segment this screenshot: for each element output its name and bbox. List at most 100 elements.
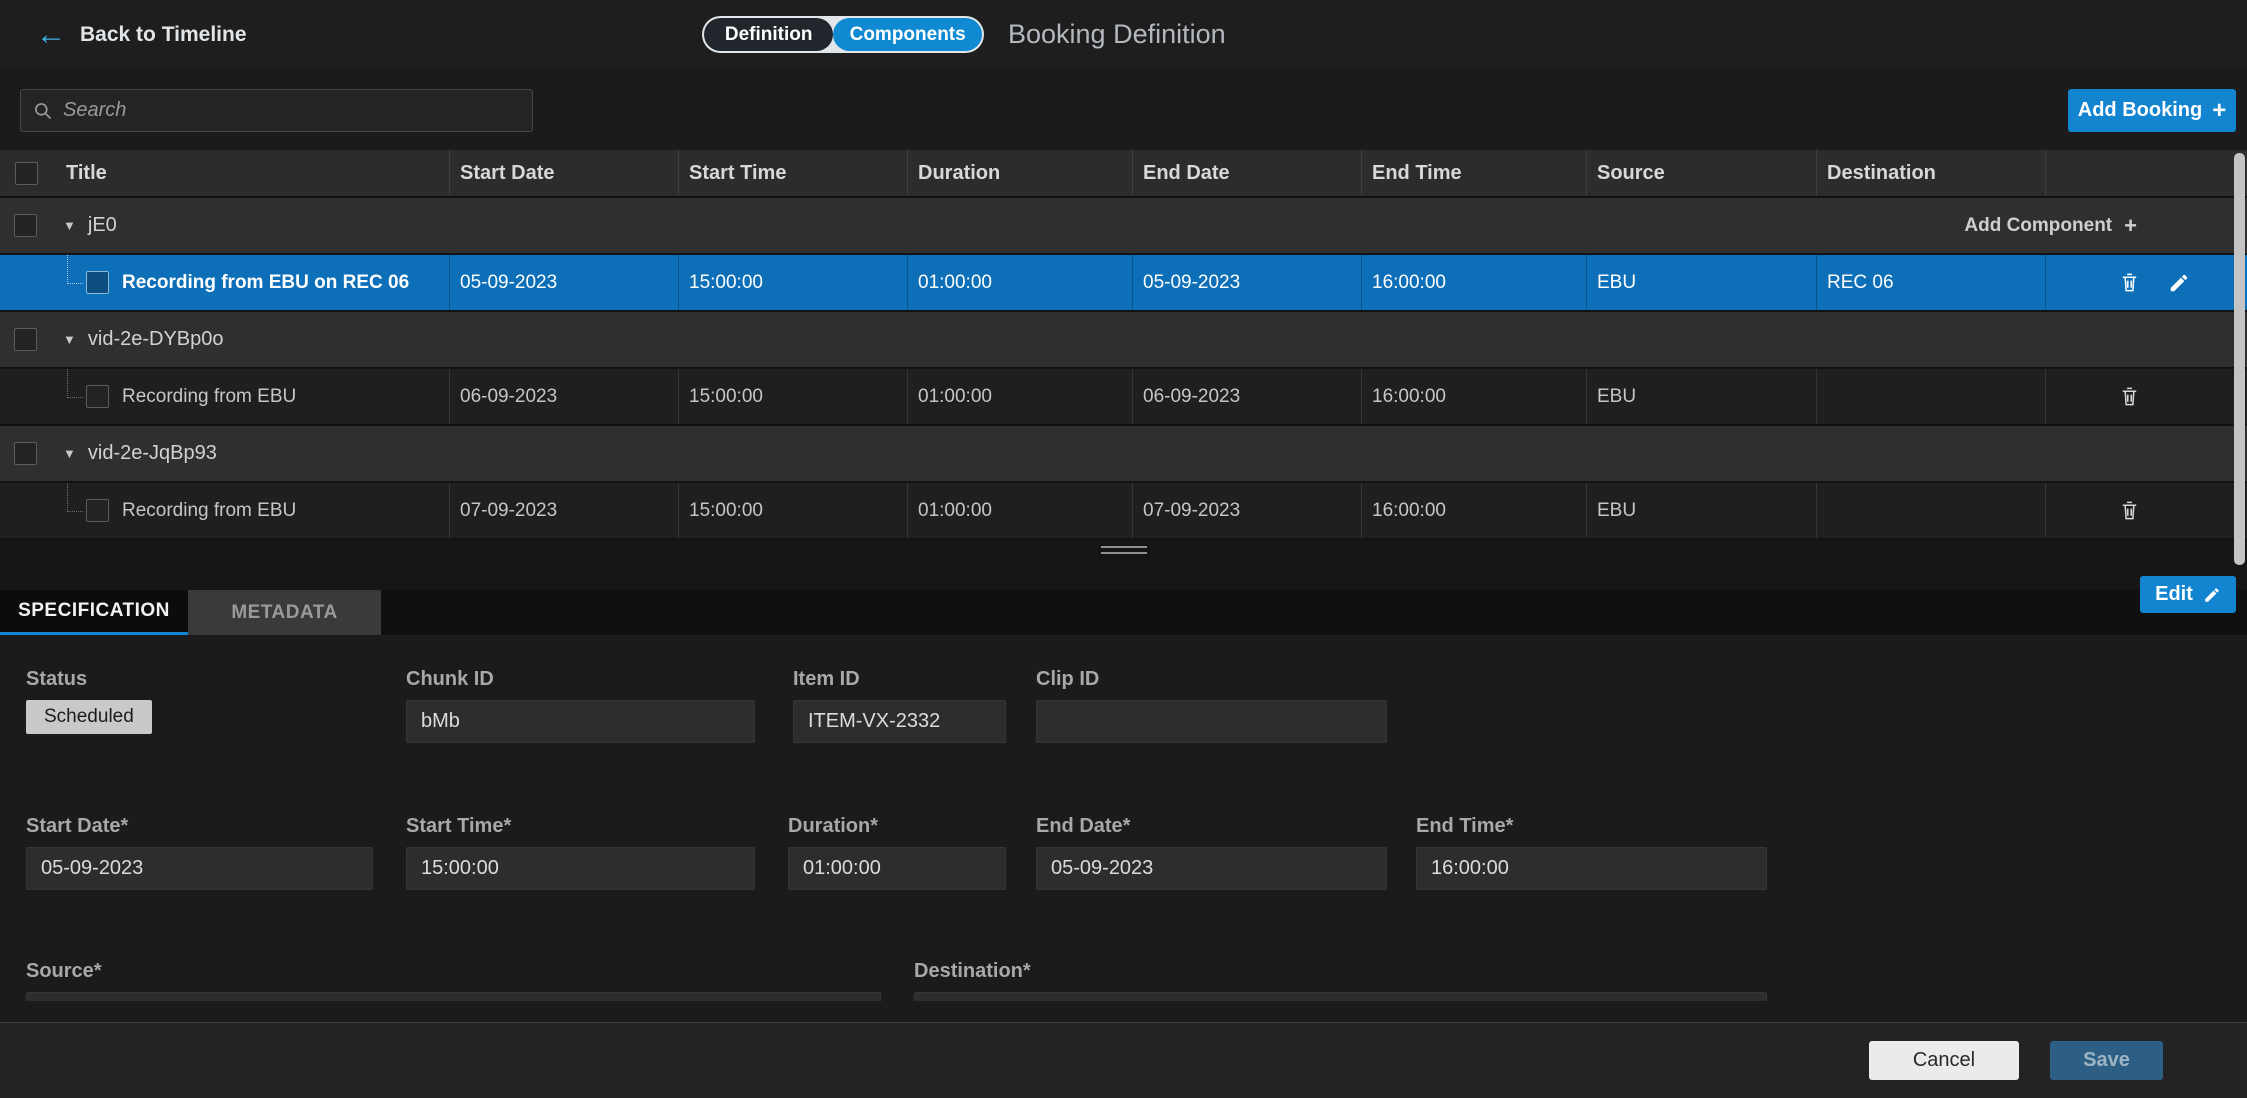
search-input[interactable] [63,99,520,122]
component-row-selected[interactable]: Recording from EBU on REC 06 05-09-2023 … [0,253,2247,310]
end-time-input[interactable] [1416,847,1767,890]
tab-specification[interactable]: SPECIFICATION [0,590,188,635]
cell-start-date: 07-09-2023 [449,483,678,538]
cell-end-date: 06-09-2023 [1132,369,1361,424]
header-destination[interactable]: Destination [1816,150,2045,196]
add-component-button[interactable]: Add Component + [1964,215,2137,237]
vertical-scrollbar[interactable] [2234,153,2245,565]
header-start-time[interactable]: Start Time [678,150,907,196]
source-label: Source* [26,960,881,983]
component-row[interactable]: Recording from EBU 06-09-2023 15:00:00 0… [0,367,2247,424]
header-end-time[interactable]: End Time [1361,150,1586,196]
row-title: Recording from EBU on REC 06 [122,272,409,294]
tree-connector [67,255,83,284]
pencil-icon [2168,272,2190,294]
header-actions [2045,150,2247,196]
row-indent [0,483,52,538]
tree-connector [67,369,83,398]
group-row-vid-2e-JqBp93[interactable]: ▼ vid-2e-JqBp93 [0,424,2247,481]
caret-down-icon[interactable]: ▼ [63,218,76,233]
header-duration[interactable]: Duration [907,150,1132,196]
header-start-date[interactable]: Start Date [449,150,678,196]
cell-start-date: 06-09-2023 [449,369,678,424]
header-source[interactable]: Source [1586,150,1816,196]
cell-source: EBU [1586,483,1816,538]
end-time-field: End Time* [1416,815,1767,890]
cell-destination [1816,369,2045,424]
chunk-id-field: Chunk ID [406,668,755,743]
delete-button[interactable] [2117,499,2141,523]
cell-destination [1816,483,2045,538]
specification-panel: Status Scheduled Chunk ID Item ID Clip I… [0,635,2247,1022]
source-input[interactable] [26,992,881,1001]
cell-end-date: 07-09-2023 [1132,483,1361,538]
chunk-id-input[interactable] [406,700,755,743]
item-id-field: Item ID [793,668,1006,743]
start-time-input[interactable] [406,847,755,890]
select-all-checkbox[interactable] [15,162,38,185]
row-checkbox[interactable] [86,499,109,522]
destination-input[interactable] [914,992,1767,1001]
caret-down-icon[interactable]: ▼ [63,332,76,347]
resize-handle[interactable] [1101,546,1147,558]
end-date-input[interactable] [1036,847,1387,890]
caret-down-icon[interactable]: ▼ [63,446,76,461]
component-row[interactable]: Recording from EBU 07-09-2023 15:00:00 0… [0,481,2247,538]
group-row-vid-2e-DYBp0o[interactable]: ▼ vid-2e-DYBp0o [0,310,2247,367]
header-title[interactable]: Title [52,150,449,196]
add-booking-button[interactable]: Add Booking + [2068,89,2236,132]
start-time-label: Start Time* [406,815,755,838]
cancel-button[interactable]: Cancel [1869,1041,2019,1080]
trash-icon [2118,385,2141,408]
tab-metadata[interactable]: METADATA [188,590,381,635]
delete-button[interactable] [2117,271,2141,295]
edit-row-button[interactable] [2167,271,2191,295]
resize-line [1101,546,1147,548]
plus-icon: + [2124,215,2137,237]
trash-icon [2118,271,2141,294]
add-component-label: Add Component [1964,215,2112,237]
add-booking-label: Add Booking [2078,99,2202,122]
start-date-input[interactable] [26,847,373,890]
search-box[interactable] [20,89,533,132]
cell-start-date: 05-09-2023 [449,255,678,310]
group-checkbox[interactable] [14,328,37,351]
item-id-input[interactable] [793,700,1006,743]
cell-start-time: 15:00:00 [678,369,907,424]
status-badge: Scheduled [26,700,152,734]
source-field: Source* [26,960,881,1001]
cell-duration: 01:00:00 [907,483,1132,538]
edit-button[interactable]: Edit [2140,576,2236,613]
definition-components-toggle: Definition Components [702,16,984,53]
row-title: Recording from EBU [122,500,296,522]
row-checkbox[interactable] [86,385,109,408]
plus-icon: + [2212,99,2226,123]
table-header: Title Start Date Start Time Duration End… [0,150,2247,196]
header-end-date[interactable]: End Date [1132,150,1361,196]
end-time-label: End Time* [1416,815,1767,838]
bookings-table: Title Start Date Start Time Duration End… [0,150,2247,538]
duration-input[interactable] [788,847,1006,890]
group-checkbox[interactable] [14,214,37,237]
edit-label: Edit [2155,583,2193,606]
status-label: Status [26,668,152,691]
icon-spacer [2167,385,2191,409]
back-to-timeline-button[interactable]: ← Back to Timeline [36,0,247,69]
details-tab-bar: SPECIFICATION METADATA [0,590,2247,635]
row-checkbox[interactable] [86,271,109,294]
status-field: Status Scheduled [26,668,152,734]
clip-id-input[interactable] [1036,700,1387,743]
cell-destination: REC 06 [1816,255,2045,310]
group-row-jE0[interactable]: ▼ jE0 Add Component + [0,196,2247,253]
row-indent [0,255,52,310]
back-arrow-icon: ← [36,20,66,50]
chunk-id-label: Chunk ID [406,668,755,691]
cell-end-time: 16:00:00 [1361,369,1586,424]
cell-source: EBU [1586,255,1816,310]
toggle-components[interactable]: Components [833,18,982,51]
toggle-definition[interactable]: Definition [704,18,833,51]
cell-end-date: 05-09-2023 [1132,255,1361,310]
delete-button[interactable] [2117,385,2141,409]
group-checkbox[interactable] [14,442,37,465]
save-button[interactable]: Save [2050,1041,2163,1080]
